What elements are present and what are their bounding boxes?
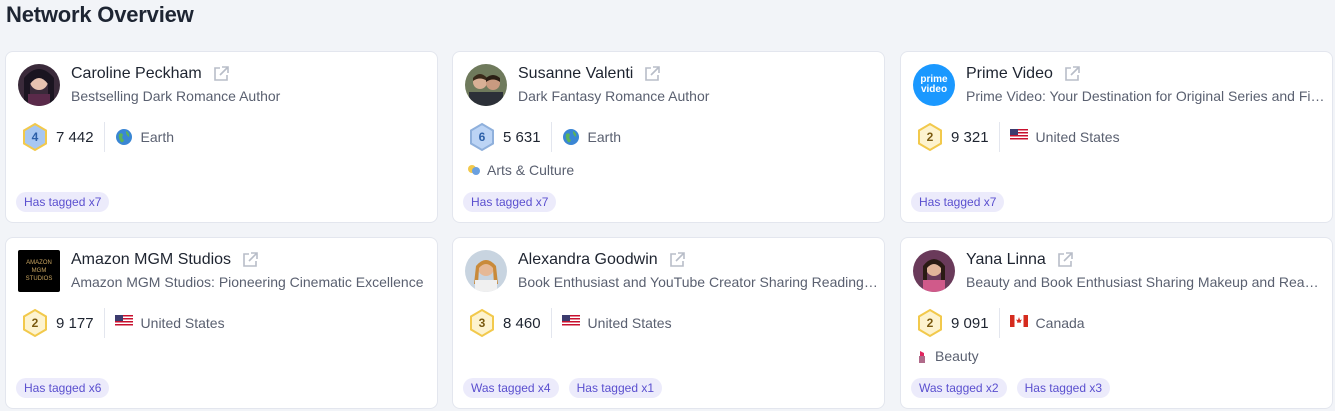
page-title: Network Overview	[6, 2, 194, 27]
avatar[interactable]	[465, 250, 507, 292]
level-badge-icon: 2	[915, 308, 945, 338]
profile-description: Book Enthusiast and YouTube Creator Shar…	[518, 274, 878, 290]
level-number: 2	[926, 316, 934, 330]
divider	[103, 308, 105, 338]
tag-badge: Was tagged x2	[911, 378, 1007, 398]
location-label: United States	[1035, 129, 1120, 145]
tag-badge: Was tagged x4	[463, 378, 559, 398]
prime-video-logo: video	[920, 84, 948, 95]
profile-card[interactable]: Caroline Peckham Bestselling Dark Romanc…	[5, 51, 438, 223]
divider	[998, 122, 1000, 152]
category-label: Arts & Culture	[487, 162, 575, 178]
level-badge-icon: 2	[20, 308, 50, 338]
follower-count: 9 091	[951, 314, 989, 332]
amazon-mgm-logo: AMAZON	[26, 260, 52, 266]
canada-flag-icon	[1009, 314, 1028, 332]
level-number: 3	[478, 316, 486, 330]
profile-card[interactable]: prime video Prime Video Prime Video: You…	[900, 51, 1333, 223]
location-label: Earth	[140, 129, 175, 145]
level-number: 6	[478, 130, 486, 144]
tag-badge: Has tagged x7	[463, 192, 557, 212]
amazon-mgm-logo: MGM	[31, 268, 47, 274]
profile-name[interactable]: Yana Linna	[966, 251, 1046, 269]
location-label: Canada	[1035, 315, 1085, 331]
tag-badge: Has tagged x7	[16, 192, 110, 212]
level-badge-icon: 3	[467, 308, 497, 338]
level-number: 4	[31, 130, 39, 144]
follower-count: 5 631	[503, 128, 541, 146]
profile-name[interactable]: Prime Video	[966, 65, 1053, 83]
level-badge-icon: 6	[467, 122, 497, 152]
lipstick-icon	[915, 349, 929, 363]
avatar[interactable]: AMAZON MGM STUDIOS	[18, 250, 60, 292]
tag-badge: Has tagged x6	[16, 378, 110, 398]
follower-count: 7 442	[56, 128, 94, 146]
level-badge-icon: 4	[20, 122, 50, 152]
external-link-icon[interactable]	[1063, 65, 1081, 83]
divider	[103, 122, 105, 152]
profile-card[interactable]: Yana Linna Beauty and Book Enthusiast Sh…	[900, 237, 1333, 409]
profile-card[interactable]: Susanne Valenti Dark Fantasy Romance Aut…	[452, 51, 885, 223]
avatar[interactable]	[913, 250, 955, 292]
level-badge-icon: 2	[915, 122, 945, 152]
tag-badge: Has tagged x3	[1016, 378, 1110, 398]
level-number: 2	[31, 316, 39, 330]
avatar[interactable]	[465, 64, 507, 106]
divider	[998, 308, 1000, 338]
profile-card[interactable]: Alexandra Goodwin Book Enthusiast and Yo…	[452, 237, 885, 409]
level-number: 2	[926, 130, 934, 144]
avatar[interactable]: prime video	[913, 64, 955, 106]
profile-name[interactable]: Susanne Valenti	[518, 65, 633, 83]
follower-count: 9 321	[951, 128, 989, 146]
divider	[550, 308, 552, 338]
profile-name[interactable]: Alexandra Goodwin	[518, 251, 658, 269]
us-flag-icon	[561, 314, 580, 332]
tag-badge: Has tagged x1	[568, 378, 662, 398]
external-link-icon[interactable]	[643, 65, 661, 83]
profile-description: Prime Video: Your Destination for Origin…	[966, 88, 1326, 104]
profile-name[interactable]: Amazon MGM Studios	[71, 251, 231, 269]
category-label: Beauty	[935, 348, 979, 364]
tag-badge: Has tagged x7	[911, 192, 1005, 212]
follower-count: 9 177	[56, 314, 94, 332]
profile-description: Amazon MGM Studios: Pioneering Cinematic…	[71, 274, 424, 290]
us-flag-icon	[1009, 128, 1028, 146]
category: Arts & Culture	[467, 162, 574, 178]
avatar[interactable]	[18, 64, 60, 106]
profile-name[interactable]: Caroline Peckham	[71, 65, 202, 83]
follower-count: 8 460	[503, 314, 541, 332]
location-label: United States	[140, 315, 225, 331]
location-label: Earth	[587, 129, 622, 145]
location-label: United States	[587, 315, 672, 331]
amazon-mgm-logo: STUDIOS	[25, 276, 53, 282]
theater-masks-icon	[467, 163, 481, 177]
divider	[550, 122, 552, 152]
external-link-icon[interactable]	[668, 251, 686, 269]
profile-description: Dark Fantasy Romance Author	[518, 88, 710, 104]
external-link-icon[interactable]	[241, 251, 259, 269]
globe-icon	[562, 128, 580, 146]
globe-icon	[115, 128, 133, 146]
profile-description: Bestselling Dark Romance Author	[71, 88, 281, 104]
category: Beauty	[915, 348, 979, 364]
external-link-icon[interactable]	[1056, 251, 1074, 269]
profile-card[interactable]: AMAZON MGM STUDIOS Amazon MGM Studios Am…	[5, 237, 438, 409]
us-flag-icon	[114, 314, 133, 332]
external-link-icon[interactable]	[212, 65, 230, 83]
profile-description: Beauty and Book Enthusiast Sharing Makeu…	[966, 274, 1326, 290]
